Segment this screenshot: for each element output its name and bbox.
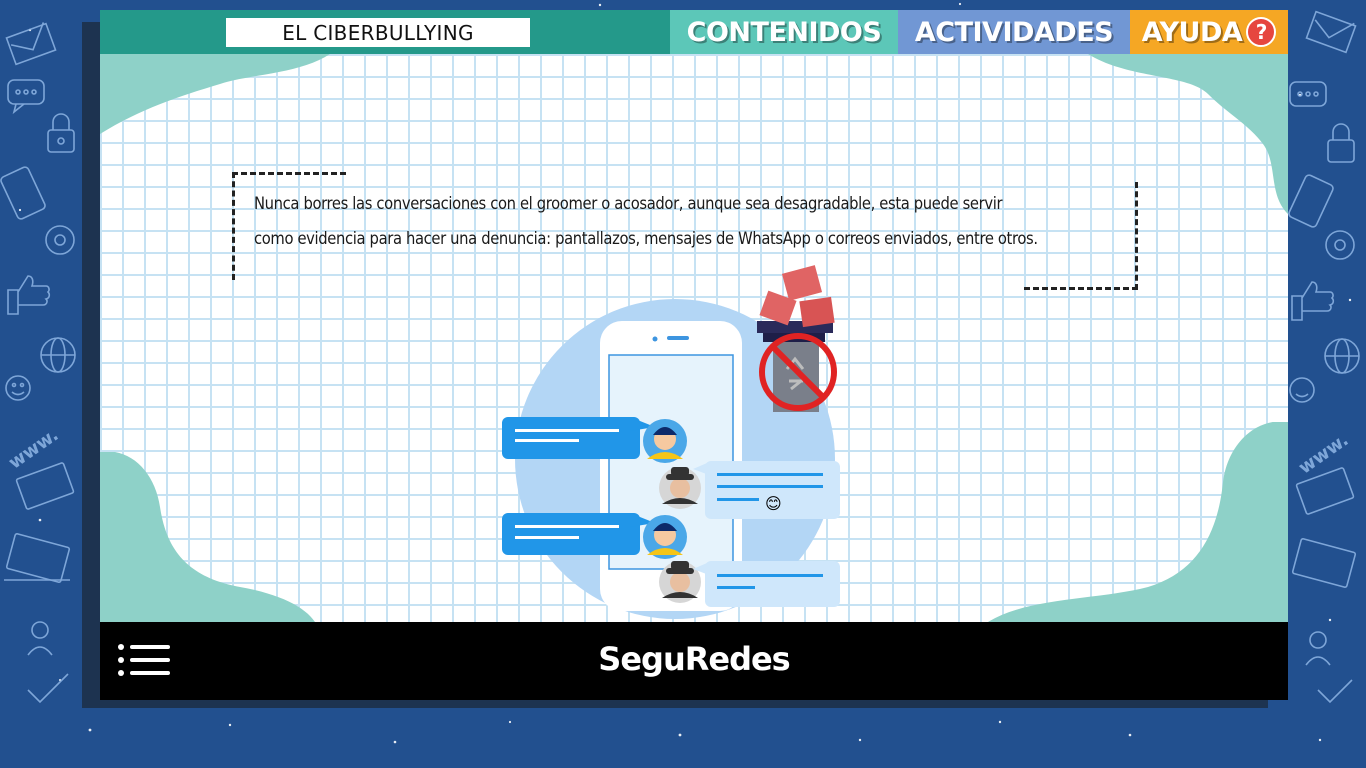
tab-contenidos-label: CONTENIDOS — [686, 16, 882, 48]
footer-bar: SeguRedes — [100, 622, 1288, 700]
globe-icon — [40, 337, 76, 373]
tab-actividades[interactable]: ACTIVIDADES — [898, 10, 1130, 54]
brand-logo: SeguRedes — [598, 640, 790, 678]
blob-bottom-right — [988, 422, 1288, 622]
user-avatar-icon-2 — [643, 515, 687, 559]
info-paragraph-line-1: Nunca borres las conversaciones con el g… — [254, 194, 1003, 213]
smartphone-icon-r — [1288, 174, 1334, 228]
envelope-icon — [5, 22, 57, 66]
dashed-corner-top-left — [232, 172, 346, 175]
chat-bubble-icon-3 — [502, 513, 655, 555]
laptop-icon-2 — [4, 533, 71, 583]
globe-icon-r — [1324, 338, 1360, 374]
chat-bubble-icon-4 — [693, 561, 840, 607]
chat-bubble-icon — [502, 417, 655, 459]
smiley-icon — [5, 375, 31, 401]
info-paragraph: Nunca borres las conversaciones con el g… — [254, 186, 1134, 256]
chat-icon — [7, 79, 45, 115]
smiley-icon-r — [1289, 377, 1315, 403]
chat-icon-r — [1289, 81, 1327, 107]
envelope-icon-r — [1305, 10, 1357, 54]
blob-bottom-left — [100, 452, 315, 622]
laptop-icon-r2 — [1291, 538, 1357, 588]
smartphone-icon — [0, 166, 46, 220]
blob-top-left — [100, 54, 330, 134]
smile-emoji-icon: 😊 — [765, 494, 782, 513]
dashed-corner-top-left-vertical — [232, 172, 235, 280]
header-bar: EL CIBERBULLYING CONTENIDOS ACTIVIDADES … — [100, 10, 1288, 54]
user-avatar-icon — [643, 419, 687, 463]
thumbs-up-icon-r — [1291, 281, 1335, 321]
dashed-corner-bottom-right — [1024, 287, 1138, 290]
user-chat-icon-r — [1305, 631, 1331, 666]
chat-bubble-icon-2: 😊 — [693, 461, 840, 519]
check-icon-r — [1317, 679, 1353, 704]
content-area: Nunca borres las conversaciones con el g… — [100, 54, 1288, 622]
image-icon — [759, 265, 835, 328]
tab-ayuda[interactable]: AYUDA ? — [1130, 10, 1288, 54]
tab-actividades-label: ACTIVIDADES — [914, 16, 1114, 48]
slide-frame: EL CIBERBULLYING CONTENIDOS ACTIVIDADES … — [100, 10, 1288, 700]
info-paragraph-line-2: como evidencia para hacer una denuncia: … — [254, 229, 1038, 248]
help-question-icon: ? — [1246, 17, 1277, 47]
lock-icon-r — [1327, 123, 1355, 163]
tab-ayuda-label: AYUDA — [1141, 16, 1243, 48]
at-icon-r — [1325, 230, 1355, 260]
laptop-icon — [15, 462, 75, 510]
user-chat-icon — [27, 621, 53, 656]
chat-evidence-illustration: 😊 — [502, 265, 840, 619]
hacker-avatar-icon — [659, 467, 701, 509]
lock-icon — [47, 113, 75, 153]
tab-contenidos[interactable]: CONTENIDOS — [670, 10, 898, 54]
at-icon — [45, 225, 75, 255]
check-icon — [27, 673, 69, 704]
dashed-corner-bottom-right-vertical — [1135, 182, 1138, 290]
hacker-avatar-icon-2 — [659, 561, 701, 603]
thumbs-up-icon — [7, 275, 51, 315]
page-title: EL CIBERBULLYING — [226, 18, 530, 47]
